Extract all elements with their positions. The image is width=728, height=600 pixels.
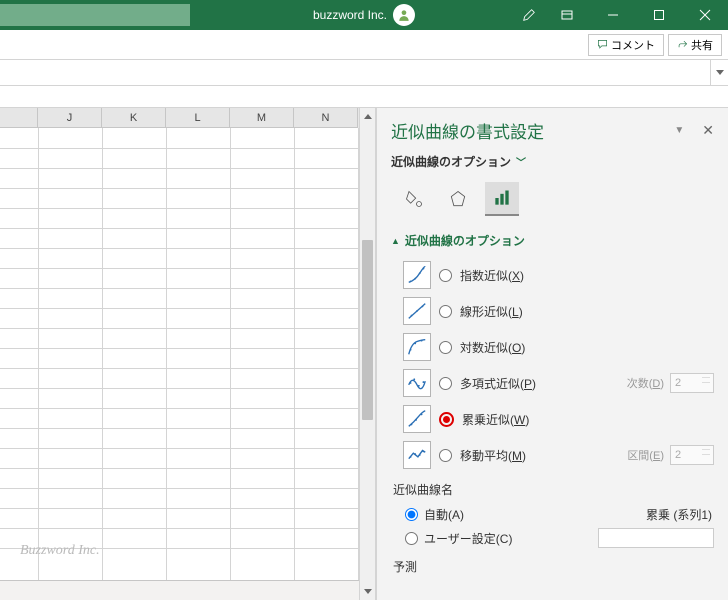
chevron-down-icon: ﹀	[516, 154, 526, 169]
sheet-tabs[interactable]	[0, 580, 359, 600]
power-label: 累乗近似(W)	[462, 411, 529, 428]
column-header[interactable]: J	[38, 108, 102, 128]
trendline-power-option[interactable]: 累乗近似(W)	[403, 401, 714, 437]
effects-tab-icon[interactable]	[441, 182, 475, 216]
name-custom-label: ユーザー設定(C)	[424, 530, 512, 547]
poly-order-spinner[interactable]: 2	[670, 373, 714, 393]
name-auto-radio[interactable]	[405, 508, 418, 521]
exponential-icon	[403, 261, 431, 289]
comment-button[interactable]: コメント	[588, 34, 664, 56]
column-header[interactable]: K	[102, 108, 166, 128]
polynomial-radio[interactable]	[439, 377, 452, 390]
pane-close-icon[interactable]: ✕	[702, 122, 714, 139]
logarithmic-radio[interactable]	[439, 341, 452, 354]
search-input[interactable]	[0, 4, 190, 26]
trendline-name-section: 近似曲線名	[393, 481, 714, 498]
watermark: Buzzword Inc.	[20, 543, 100, 559]
formula-bar[interactable]	[0, 60, 728, 86]
pane-title: 近似曲線の書式設定	[391, 118, 544, 143]
linear-label: 線形近似(L)	[460, 303, 523, 320]
minimize-button[interactable]	[590, 0, 636, 30]
trendline-logarithmic-option[interactable]: 対数近似(O)	[403, 329, 714, 365]
pane-subtitle[interactable]: 近似曲線のオプション ﹀	[391, 153, 714, 170]
linear-radio[interactable]	[439, 305, 452, 318]
ribbon-display-options-icon[interactable]	[544, 0, 590, 30]
scroll-down-arrow[interactable]	[360, 583, 375, 600]
close-button[interactable]	[682, 0, 728, 30]
exponential-radio[interactable]	[439, 269, 452, 282]
trendline-moving-average-option[interactable]: 移動平均(M) 区間(E) 2	[403, 437, 714, 473]
linear-icon	[403, 297, 431, 325]
pane-options-icon[interactable]: ▼	[674, 125, 684, 136]
scroll-track[interactable]	[360, 125, 375, 583]
column-header[interactable]: M	[230, 108, 294, 128]
power-icon	[403, 405, 431, 433]
logarithmic-label: 対数近似(O)	[460, 339, 525, 356]
trendline-name-custom-row[interactable]: ユーザー設定(C)	[405, 526, 714, 550]
poly-order-label: 次数(D)	[627, 375, 664, 391]
pen-icon[interactable]	[514, 0, 544, 30]
moving-average-icon	[403, 441, 431, 469]
select-all-corner[interactable]	[0, 108, 38, 128]
trendline-name-auto-row[interactable]: 自動(A) 累乗 (系列1)	[405, 502, 714, 526]
scroll-thumb[interactable]	[362, 240, 373, 420]
exponential-label: 指数近似(X)	[460, 267, 524, 284]
trendline-exponential-option[interactable]: 指数近似(X)	[403, 257, 714, 293]
mavg-period-label: 区間(E)	[627, 447, 664, 463]
scroll-up-arrow[interactable]	[360, 108, 375, 125]
format-trendline-pane: 近似曲線の書式設定 ▼ ✕ 近似曲線のオプション ﹀ ▲ 近似曲線のオプション	[376, 108, 728, 600]
moving-average-label: 移動平均(M)	[460, 447, 526, 464]
trendline-options-tab-icon[interactable]	[485, 182, 519, 216]
power-radio[interactable]	[439, 412, 454, 427]
logarithmic-icon	[403, 333, 431, 361]
trendline-linear-option[interactable]: 線形近似(L)	[403, 293, 714, 329]
polynomial-label: 多項式近似(P)	[460, 375, 536, 392]
name-custom-input[interactable]	[598, 528, 714, 548]
trendline-polynomial-option[interactable]: 多項式近似(P) 次数(D) 2	[403, 365, 714, 401]
fill-line-tab-icon[interactable]	[397, 182, 431, 216]
formula-expand-icon[interactable]	[710, 60, 728, 85]
moving-average-radio[interactable]	[439, 449, 452, 462]
name-auto-value: 累乗 (系列1)	[646, 506, 712, 523]
spacer	[0, 86, 728, 108]
column-header[interactable]: N	[294, 108, 358, 128]
column-header[interactable]: L	[166, 108, 230, 128]
trendline-options-section[interactable]: ▲ 近似曲線のオプション	[391, 232, 714, 249]
app-title: buzzword Inc.	[313, 8, 387, 22]
user-avatar[interactable]	[393, 4, 415, 26]
mavg-period-spinner[interactable]: 2	[670, 445, 714, 465]
forecast-section: 予測	[393, 558, 714, 575]
ribbon-row: コメント 共有	[0, 30, 728, 60]
titlebar: buzzword Inc.	[0, 0, 728, 30]
spreadsheet-grid[interactable]: J K L M N Buzzword Inc.	[0, 108, 359, 600]
name-auto-label: 自動(A)	[424, 506, 464, 523]
column-headers: J K L M N	[0, 108, 359, 128]
maximize-button[interactable]	[636, 0, 682, 30]
share-button[interactable]: 共有	[668, 34, 722, 56]
vertical-scrollbar[interactable]	[359, 108, 376, 600]
collapse-triangle-icon: ▲	[391, 236, 400, 246]
cells-area[interactable]: Buzzword Inc.	[0, 128, 359, 580]
polynomial-icon	[403, 369, 431, 397]
name-custom-radio[interactable]	[405, 532, 418, 545]
